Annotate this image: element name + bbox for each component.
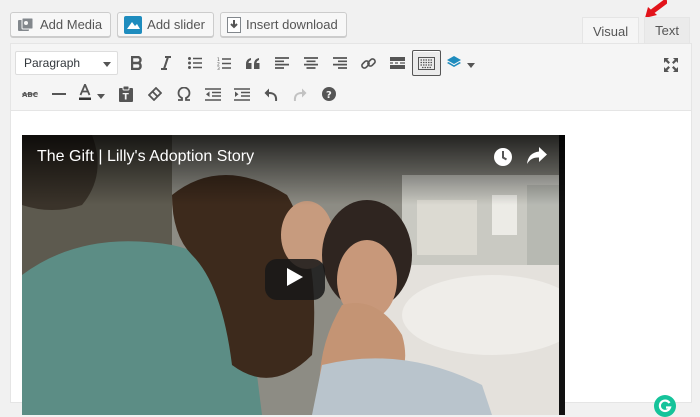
video-header-actions	[493, 147, 547, 172]
grammarly-icon[interactable]	[654, 395, 676, 417]
bold-icon[interactable]	[122, 50, 151, 76]
editor-toolbar: Paragraph 123 ABC T ?	[11, 44, 691, 111]
video-title[interactable]: The Gift | Lilly's Adoption Story	[37, 148, 254, 166]
svg-text:?: ?	[326, 90, 332, 101]
toolbar-row-2: ABC T ?	[15, 81, 343, 107]
fullscreen-icon[interactable]	[656, 52, 685, 78]
watch-later-icon[interactable]	[493, 147, 513, 172]
horizontal-line-icon[interactable]	[44, 81, 73, 107]
format-select[interactable]: Paragraph	[15, 51, 118, 75]
editor-tabs: Visual Text	[581, 17, 690, 44]
layers-icon	[447, 55, 461, 72]
bulleted-list-icon[interactable]	[180, 50, 209, 76]
read-more-icon[interactable]	[383, 50, 412, 76]
add-slider-button[interactable]: Add slider	[117, 12, 214, 37]
play-button[interactable]	[265, 259, 325, 300]
toolbar-toggle-icon[interactable]	[412, 50, 441, 76]
redo-icon[interactable]	[285, 81, 314, 107]
chevron-down-icon	[103, 56, 111, 70]
special-character-icon[interactable]	[169, 81, 198, 107]
format-select-value: Paragraph	[24, 56, 81, 70]
italic-icon[interactable]	[151, 50, 180, 76]
editor: Paragraph 123 ABC T ? The Gift | Lilly's…	[10, 43, 692, 417]
media-buttons: Add Media Add slider Insert download	[10, 12, 347, 37]
link-icon[interactable]	[354, 50, 383, 76]
align-right-icon[interactable]	[325, 50, 354, 76]
caret-down-icon	[97, 86, 105, 103]
download-icon	[226, 16, 241, 33]
svg-text:T: T	[122, 93, 129, 103]
align-center-icon[interactable]	[296, 50, 325, 76]
add-slider-label: Add slider	[147, 17, 205, 32]
media-icon	[17, 17, 35, 33]
add-media-button[interactable]: Add Media	[10, 12, 112, 37]
tab-visual[interactable]: Visual	[581, 17, 640, 44]
align-left-icon[interactable]	[267, 50, 296, 76]
indent-icon[interactable]	[227, 81, 256, 107]
outdent-icon[interactable]	[198, 81, 227, 107]
insert-download-label: Insert download	[245, 17, 338, 32]
editor-content[interactable]: The Gift | Lilly's Adoption Story	[11, 112, 691, 417]
layers-dropdown[interactable]	[441, 50, 481, 76]
svg-text:3: 3	[217, 66, 220, 70]
slider-icon	[124, 15, 143, 34]
clear-formatting-icon[interactable]	[140, 81, 169, 107]
caret-down-icon	[467, 55, 475, 72]
numbered-list-icon[interactable]: 123	[209, 50, 238, 76]
text-color-dropdown[interactable]	[73, 81, 111, 107]
share-icon[interactable]	[527, 147, 547, 172]
svg-text:ABC: ABC	[22, 91, 38, 99]
embedded-video[interactable]: The Gift | Lilly's Adoption Story	[22, 135, 565, 415]
insert-download-button[interactable]: Insert download	[219, 12, 347, 37]
text-color-icon	[79, 82, 91, 104]
add-media-label: Add Media	[40, 17, 103, 32]
paste-as-text-icon[interactable]: T	[111, 81, 140, 107]
blockquote-icon[interactable]	[238, 50, 267, 76]
play-icon	[287, 268, 303, 291]
strikethrough-icon[interactable]: ABC	[15, 81, 44, 107]
toolbar-row-1: Paragraph 123	[15, 50, 481, 76]
tab-text[interactable]: Text	[644, 17, 690, 43]
undo-icon[interactable]	[256, 81, 285, 107]
help-icon[interactable]: ?	[314, 81, 343, 107]
